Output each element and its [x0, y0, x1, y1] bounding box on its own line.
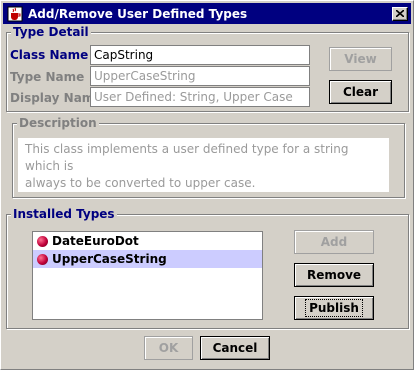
ok-button-label: OK — [158, 341, 179, 355]
description-line-2: always to be converted to upper case. — [25, 176, 256, 190]
cancel-button[interactable]: Cancel — [200, 336, 270, 360]
window-title: Add/Remove User Defined Types — [28, 6, 248, 21]
remove-button[interactable]: Remove — [294, 263, 374, 287]
class-name-field[interactable]: CapString — [90, 45, 310, 65]
type-name-label: Type Name — [10, 70, 85, 84]
installed-types-legend: Installed Types — [11, 207, 117, 221]
bullet-icon — [37, 253, 48, 265]
clear-button-label: Clear — [342, 85, 379, 99]
list-item[interactable]: DateEuroDot — [33, 232, 262, 250]
view-button-label: View — [344, 52, 377, 66]
remove-button-label: Remove — [306, 268, 362, 282]
cancel-button-label: Cancel — [212, 341, 258, 355]
publish-button[interactable]: Publish — [294, 296, 374, 320]
view-button[interactable]: View — [329, 47, 392, 71]
close-icon — [396, 10, 404, 17]
list-item[interactable]: UpperCaseString — [33, 250, 262, 268]
list-item-label: UpperCaseString — [52, 252, 167, 266]
description-legend: Description — [17, 116, 99, 130]
type-name-field[interactable]: UpperCaseString — [90, 66, 310, 86]
java-cup-icon — [7, 6, 23, 21]
add-button-label: Add — [320, 235, 348, 249]
dialog-window: Add/Remove User Defined Types Type Detai… — [0, 0, 414, 370]
installed-types-list[interactable]: DateEuroDot UpperCaseString — [32, 231, 263, 320]
type-detail-legend: Type Detail — [11, 25, 91, 39]
add-button[interactable]: Add — [294, 230, 374, 254]
title-bar[interactable]: Add/Remove User Defined Types — [3, 3, 411, 24]
publish-button-label: Publish — [305, 299, 363, 317]
description-text: This class implements a user defined typ… — [18, 138, 389, 192]
bullet-icon — [37, 235, 48, 247]
display-name-label: Display Name — [10, 91, 103, 105]
description-line-1: This class implements a user defined typ… — [25, 142, 349, 173]
class-name-label: Class Name — [10, 48, 89, 62]
clear-button[interactable]: Clear — [329, 80, 392, 104]
ok-button[interactable]: OK — [144, 336, 193, 360]
display-name-field[interactable]: User Defined: String, Upper Case — [90, 87, 310, 107]
list-item-label: DateEuroDot — [52, 234, 139, 248]
close-button[interactable] — [392, 6, 408, 21]
